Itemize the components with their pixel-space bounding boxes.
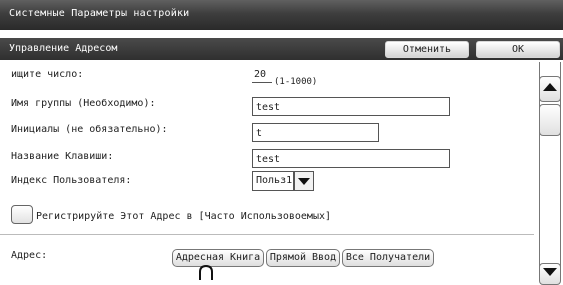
group-name-label: Имя группы (Необходимо): [11,98,156,109]
number-label: ищите число: [11,69,84,80]
all-recipients-button[interactable]: Все Получатели [342,249,434,267]
form-area: ищите число: 20 (1-1000) Имя группы (Нео… [0,62,534,280]
scrollbar[interactable] [537,62,563,285]
group-name-field[interactable]: test [252,97,450,116]
window-titlebar: Системные Параметры настройки [0,0,563,30]
finger-pointer-icon [199,264,213,280]
dropdown-arrow-icon[interactable] [294,171,314,191]
user-index-select[interactable]: Польз1 [252,171,314,191]
scroll-down-button[interactable] [539,263,561,285]
divider [0,234,534,235]
page-title: Управление Адресом [9,43,118,54]
ok-button[interactable]: OK [476,41,560,58]
address-book-button[interactable]: Адресная Книга [172,249,264,267]
number-range-note: (1-1000) [274,77,318,87]
cancel-button[interactable]: Отменить [385,41,469,58]
register-frequent-label: Регистрируйте Этот Адрес в [Часто Исполь… [36,211,332,222]
key-name-field[interactable]: test [252,149,450,168]
initials-field[interactable]: t [252,123,379,142]
register-frequent-checkbox[interactable] [11,205,33,224]
window-title: Системные Параметры настройки [9,8,190,19]
scroll-up-button[interactable] [539,76,561,102]
direct-entry-button[interactable]: Прямой Ввод [266,249,340,267]
header-bar: Управление Адресом Отменить OK [0,38,563,60]
user-index-label: Индекс Пользователя: [11,175,132,186]
address-label: Адрес: [11,250,48,261]
triangle-up-icon [543,83,557,91]
scroll-thumb[interactable] [539,104,561,136]
key-name-label: Название Клавиши: [11,151,114,162]
number-field[interactable]: 20 [252,67,272,83]
initials-label: Инициалы (не обязательно): [11,124,168,135]
triangle-down-icon [543,268,557,276]
user-index-value: Польз1 [252,171,294,191]
